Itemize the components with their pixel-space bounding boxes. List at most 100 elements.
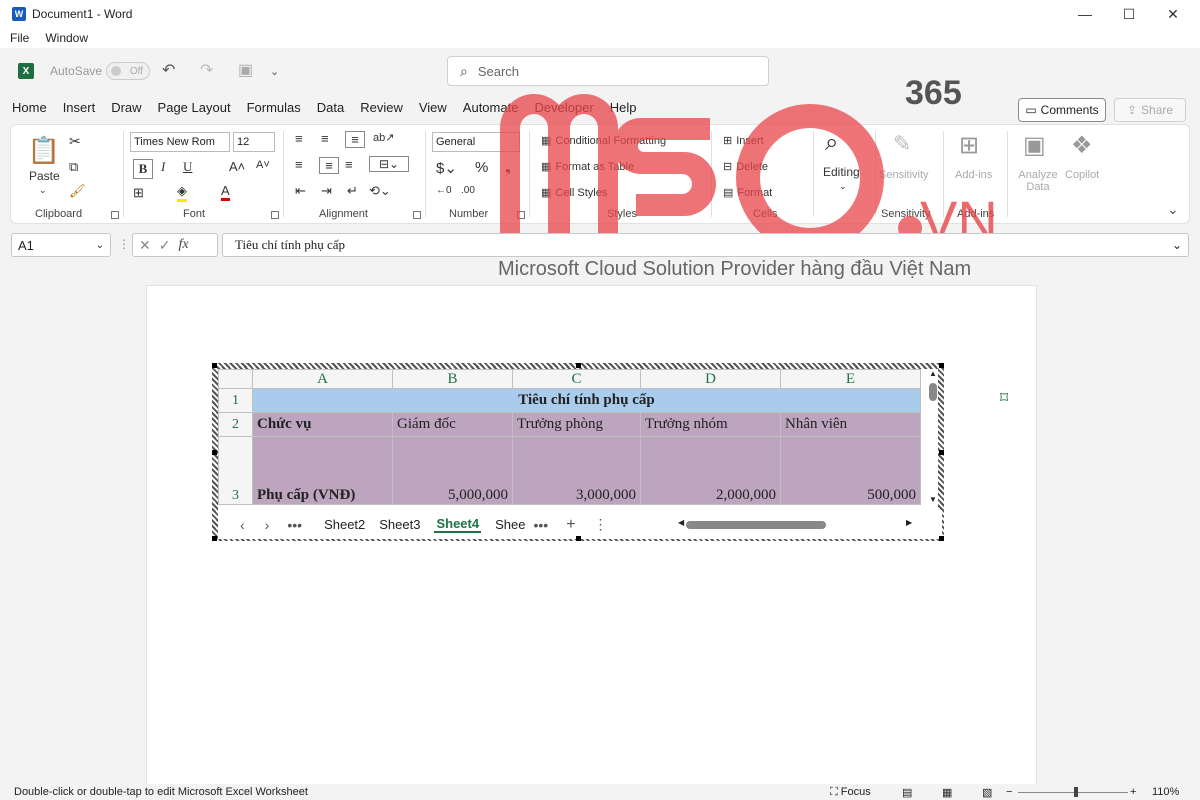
embedded-worksheet[interactable]: A B C D E 1 Tiêu chí tính phụ cấp 2 Chức… (212, 363, 944, 541)
copilot-label[interactable]: Copilot (1065, 169, 1099, 181)
paste-icon[interactable]: 📋 (28, 133, 60, 167)
expand-formula-icon[interactable]: ⌄ (1172, 238, 1182, 252)
clipboard-launcher-icon[interactable] (111, 211, 119, 219)
tab-page-layout[interactable]: Page Layout (158, 98, 231, 124)
row-header[interactable]: 2 (218, 412, 253, 437)
cell[interactable]: Giám đốc (392, 412, 513, 437)
tab-insert[interactable]: Insert (63, 98, 96, 124)
fill-color-icon[interactable]: ◈ (177, 183, 187, 202)
decrease-font-icon[interactable]: A˅ (256, 159, 270, 171)
resize-handle[interactable] (576, 536, 581, 541)
sheet-tab[interactable]: Sheet3 (379, 517, 420, 532)
wrap-text-icon[interactable]: ↵ (347, 183, 358, 199)
bold-button[interactable]: B (133, 159, 153, 179)
font-size-select[interactable]: 12 (233, 132, 275, 152)
row-header[interactable]: 1 (218, 388, 253, 413)
vertical-scroll-thumb[interactable] (929, 383, 937, 401)
paste-label[interactable]: Paste (29, 169, 60, 183)
autosave-toggle[interactable]: Off (106, 62, 150, 80)
align-top-icon[interactable]: ≡ (295, 131, 303, 146)
resize-handle[interactable] (939, 363, 944, 368)
web-layout-icon[interactable]: ▧ (982, 786, 992, 799)
alignment-launcher-icon[interactable] (413, 211, 421, 219)
font-name-select[interactable]: Times New Rom (130, 132, 230, 152)
name-box[interactable]: A1 ⌄ (11, 233, 111, 257)
column-header[interactable]: E (780, 369, 921, 389)
copy-icon[interactable]: ⧉ (69, 159, 78, 175)
row-header[interactable]: 3 (218, 436, 253, 505)
save-icon[interactable]: ▣ (238, 60, 253, 80)
cell[interactable]: 3,000,000 (512, 436, 641, 505)
redo-icon[interactable]: ↷ (200, 60, 213, 80)
cell-title[interactable]: Tiêu chí tính phụ cấp (252, 388, 921, 413)
cell[interactable]: 5,000,000 (392, 436, 513, 505)
enter-icon[interactable]: ✓ (159, 237, 171, 254)
next-sheet-icon[interactable]: › (265, 517, 270, 533)
select-all-corner[interactable] (218, 369, 253, 389)
currency-icon[interactable]: $⌄ (436, 159, 457, 177)
resize-handle[interactable] (939, 536, 944, 541)
align-center-icon[interactable]: ≡ (319, 157, 339, 174)
column-header[interactable]: D (640, 369, 781, 389)
copilot-icon[interactable]: ❖ (1071, 131, 1093, 160)
cancel-icon[interactable]: ✕ (139, 237, 151, 254)
resize-handle[interactable] (576, 363, 581, 368)
paste-dropdown-icon[interactable]: ⌄ (39, 185, 47, 196)
column-header[interactable]: A (252, 369, 393, 389)
resize-handle[interactable] (212, 536, 217, 541)
add-sheet-icon[interactable]: + (566, 516, 575, 534)
zoom-slider[interactable] (1018, 792, 1128, 793)
more-tabs-icon[interactable]: ••• (533, 517, 548, 533)
customize-qat-icon[interactable]: ⌄ (270, 65, 279, 78)
text-direction-icon[interactable]: ⟲⌄ (369, 183, 391, 199)
italic-button[interactable]: I (161, 159, 165, 175)
menu-window[interactable]: Window (45, 31, 88, 45)
worksheet-grid[interactable]: A B C D E 1 Tiêu chí tính phụ cấp 2 Chức… (218, 369, 921, 505)
font-color-icon[interactable]: A (221, 183, 230, 201)
minimize-button[interactable]: — (1062, 0, 1108, 28)
read-mode-icon[interactable]: ▤ (902, 786, 912, 799)
share-button[interactable]: ⇪ Share (1114, 98, 1186, 122)
merge-center-icon[interactable]: ⊟⌄ (369, 156, 409, 172)
sheet-options-icon[interactable]: ⋮ (594, 516, 608, 533)
maximize-button[interactable]: ☐ (1106, 0, 1152, 28)
align-middle-icon[interactable]: ≡ (321, 131, 329, 146)
resize-handle[interactable] (212, 363, 217, 368)
sheet-tab[interactable]: Sheet2 (324, 517, 365, 532)
horizontal-scrollbar[interactable]: ◀ ▶ (678, 518, 912, 529)
cell[interactable]: Nhân viên (780, 412, 921, 437)
format-painter-icon[interactable]: 🖌 (69, 183, 86, 199)
align-bottom-icon[interactable]: ≡ (345, 131, 365, 148)
print-layout-icon[interactable]: ▦ (942, 786, 952, 799)
scroll-right-icon[interactable]: ▶ (906, 518, 912, 527)
zoom-out-icon[interactable]: − (1006, 786, 1012, 798)
vertical-scrollbar[interactable]: ▲ ▼ (926, 369, 940, 509)
more-sheets-icon[interactable]: ••• (287, 517, 302, 533)
close-button[interactable]: ✕ (1150, 0, 1196, 28)
resize-handle[interactable] (939, 450, 944, 455)
cell[interactable]: Trưởng nhóm (640, 412, 781, 437)
cell[interactable]: Phụ cấp (VNĐ) (252, 436, 393, 505)
resize-handle[interactable] (212, 450, 217, 455)
decrease-indent-icon[interactable]: ⇤ (295, 183, 306, 199)
borders-icon[interactable]: ⊞ (133, 185, 144, 201)
percent-icon[interactable]: % (475, 159, 488, 176)
cell[interactable]: Chức vụ (252, 412, 393, 437)
more-options-icon[interactable]: ⋮ (118, 237, 130, 251)
increase-decimal-icon[interactable]: ←0 (436, 185, 452, 196)
tab-draw[interactable]: Draw (111, 98, 141, 124)
horizontal-scroll-thumb[interactable] (686, 521, 826, 529)
cut-icon[interactable]: ✂ (69, 133, 81, 150)
zoom-in-icon[interactable]: + (1130, 786, 1136, 798)
scroll-up-icon[interactable]: ▲ (929, 369, 937, 378)
column-header[interactable]: C (512, 369, 641, 389)
increase-font-icon[interactable]: A˄ (229, 159, 245, 174)
align-right-icon[interactable]: ≡ (345, 157, 353, 172)
undo-icon[interactable]: ↶ (162, 60, 175, 80)
menu-file[interactable]: File (10, 31, 29, 45)
insert-function-icon[interactable]: fx (178, 237, 188, 253)
underline-button[interactable]: U (183, 159, 192, 175)
tab-formulas[interactable]: Formulas (247, 98, 301, 124)
increase-indent-icon[interactable]: ⇥ (321, 183, 332, 199)
decrease-decimal-icon[interactable]: .00 (461, 185, 475, 196)
